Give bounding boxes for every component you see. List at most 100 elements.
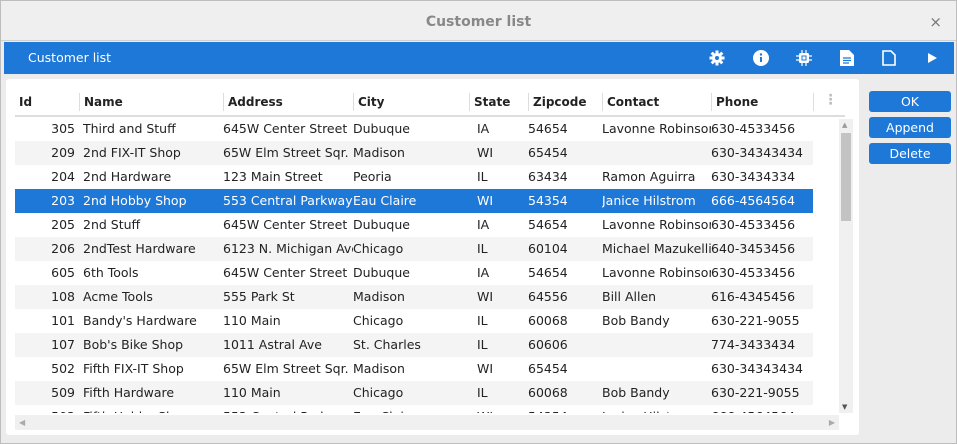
cell-zipcode: 60068 [528,385,568,400]
cell-name: Bob's Bike Shop [83,337,184,352]
toolbar-title: Customer list [28,50,112,65]
cell-id: 203 [51,193,75,208]
document-text-icon[interactable] [837,48,857,68]
cell-zipcode: 54654 [528,121,568,136]
grid-rows: 305 Third and Stuff 645W Center Street Dub… [15,117,813,413]
ok-button[interactable]: OK [869,91,951,112]
cell-contact: Bob Bandy [602,313,670,328]
cell-contact: Lavonne Robinson [602,121,711,136]
cell-state: IL [477,337,488,352]
cell-contact: Janice Hilstrom [602,405,711,413]
table-row[interactable]: 101 Bandy's Hardware 110 Main Chicago IL 6006… [15,309,813,333]
cell-phone: 630-4533456 [711,121,796,136]
cell-address: 553 Central Parkway [223,193,353,208]
table-row[interactable]: 108 Acme Tools 555 Park St Madison WI 64556 Bi… [15,285,813,309]
cell-id: 107 [51,337,75,352]
table-row[interactable]: 204 2nd Hardware 123 Main Street Peoria IL 63… [15,165,813,189]
table-row[interactable]: 502 Fifth FIX-IT Shop 65W Elm Street Sqr. M… [15,357,813,381]
cell-phone: 666-4564564 [711,405,813,413]
cell-state: IL [477,241,488,256]
scroll-down-icon[interactable]: ▼ [842,403,847,411]
cell-name: 2nd Hardware [83,169,172,184]
cell-id: 101 [51,313,75,328]
cell-phone: 630-221-9055 [711,385,800,400]
cell-state: WI [477,289,494,304]
table-row[interactable]: 305 Third and Stuff 645W Center Street Dub… [15,117,813,141]
cell-zipcode: 60068 [528,313,568,328]
cell-id: 502 [51,361,75,376]
scrollbar-thumb[interactable] [841,133,851,221]
column-header-address[interactable]: Address [223,93,353,111]
table-row[interactable]: 509 Fifth Hardware 110 Main Chicago IL 60068 B… [15,381,813,405]
cell-city: Dubuque [353,265,410,280]
column-header-contact[interactable]: Contact [602,93,711,111]
vertical-scrollbar[interactable]: ▲ ▼ [839,119,853,413]
cell-city: Chicago [353,313,404,328]
cell-city: St. Charles [353,337,421,352]
cell-city: Chicago [353,385,404,400]
column-header-phone[interactable]: Phone [711,93,813,111]
delete-button[interactable]: Delete [869,143,951,164]
horizontal-scrollbar[interactable]: ◀ ▶ [15,415,839,430]
column-header-state[interactable]: State [469,93,528,111]
column-menu-icon[interactable]: ⋮ [813,93,843,111]
cell-state: IA [477,265,490,280]
cell-state: IL [477,385,488,400]
table-row[interactable]: 209 2nd FIX-IT Shop 65W Elm Street Sqr. Mad… [15,141,813,165]
cell-name: 2nd Hobby Shop [83,193,187,208]
cell-zipcode: 54354 [528,405,602,413]
scroll-up-icon[interactable]: ▲ [842,121,847,129]
cell-id: 509 [51,385,75,400]
column-header-city[interactable]: City [353,93,469,111]
append-button[interactable]: Append [869,117,951,138]
cell-zipcode: 65454 [528,145,568,160]
cell-id: 209 [51,145,75,160]
cell-id: 204 [51,169,75,184]
column-header-id[interactable]: Id [15,93,79,111]
window-titlebar: Customer list × [1,1,956,41]
info-icon[interactable] [751,48,771,68]
cell-state: WI [473,405,528,413]
cell-phone: 630-4533456 [711,265,796,280]
cell-id: 305 [51,121,75,136]
gear-icon[interactable] [707,48,727,68]
cell-city: Chicago [353,241,404,256]
cell-contact: Ramon Aguirra [602,169,696,184]
cell-city: Madison [353,145,405,160]
cell-contact: Janice Hilstrom [602,193,696,208]
cell-name: Acme Tools [83,289,153,304]
chip-icon[interactable] [794,48,814,68]
cell-address: 65W Elm Street Sqr. [223,361,349,376]
table-row[interactable]: 205 2nd Stuff 645W Center Street Dubuque IA 5… [15,213,813,237]
cell-id: 605 [51,265,75,280]
play-icon[interactable] [922,48,942,68]
scroll-right-icon[interactable]: ▶ [829,415,835,430]
cell-address: 645W Center Street [223,121,348,136]
table-row[interactable]: 605 6th Tools 645W Center Street Dubuque IA 5… [15,261,813,285]
cell-state: WI [477,145,494,160]
table-row[interactable]: 503 Fifth Hobby Shop553 Central ParkwayEa… [15,405,813,413]
cell-zipcode: 54354 [528,193,568,208]
cell-state: IA [477,121,490,136]
cell-phone: 640-3453456 [711,241,796,256]
cell-city: Madison [353,289,405,304]
cell-zipcode: 64556 [528,289,568,304]
close-icon[interactable]: × [929,1,942,43]
cell-zipcode: 60104 [528,241,568,256]
cell-address: 123 Main Street [223,169,323,184]
cell-name: 2nd FIX-IT Shop [83,145,181,160]
column-header-name[interactable]: Name [79,93,223,111]
document-icon[interactable] [879,48,899,68]
customer-grid: Id Name Address City State Zipcode Conta… [6,79,859,435]
cell-zipcode: 54654 [528,217,568,232]
cell-id: 205 [51,217,75,232]
table-row[interactable]: 203 2nd Hobby Shop 553 Central Parkway Eau … [15,189,813,213]
cell-zipcode: 63434 [528,169,568,184]
cell-phone: 630-4533456 [711,217,796,232]
column-header-zipcode[interactable]: Zipcode [528,93,602,111]
scroll-left-icon[interactable]: ◀ [19,415,25,430]
table-row[interactable]: 206 2ndTest Hardware 6123 N. Michigan Ave C… [15,237,813,261]
cell-phone: 630-221-9055 [711,313,800,328]
cell-id: 206 [51,241,75,256]
table-row[interactable]: 107 Bob's Bike Shop 1011 Astral Ave St. Cha… [15,333,813,357]
